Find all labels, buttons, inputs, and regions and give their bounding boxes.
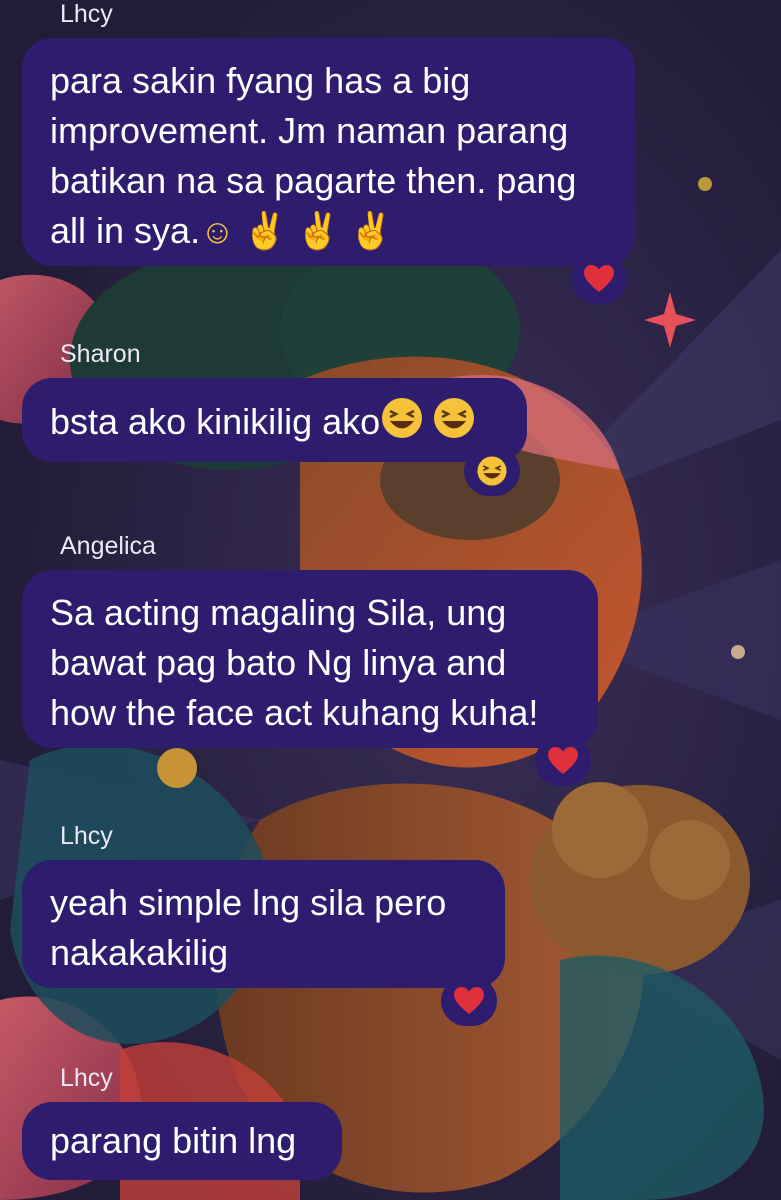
- sender-name: Lhcy: [60, 0, 113, 28]
- message-text: bsta ako kinikilig ako: [50, 401, 381, 442]
- smiling-face-emoji: ☺: [200, 213, 235, 251]
- message-text-line: bawat pag bato Ng linya and: [50, 642, 507, 683]
- reaction-badge[interactable]: [571, 254, 627, 304]
- sender-name: Lhcy: [60, 1064, 113, 1092]
- sender-name: Sharon: [60, 340, 141, 368]
- grinning-squinting-face-icon: [477, 456, 507, 486]
- reaction-badge[interactable]: [535, 736, 591, 786]
- grinning-squinting-face-emoji: [382, 398, 423, 438]
- reaction-badge[interactable]: [464, 446, 520, 496]
- message-text-line: batikan na sa pagarte then. pang: [50, 160, 577, 201]
- message-bubble[interactable]: para sakin fyang has a big improvement. …: [22, 38, 635, 266]
- peace-hand-emoji: ✌: [295, 210, 341, 251]
- message-text-line: Sa acting magaling Sila, ung: [50, 592, 507, 633]
- message-text-line: nakakakilig: [50, 932, 229, 973]
- message-text: parang bitin lng: [50, 1120, 297, 1161]
- message-text: all in sya.: [50, 210, 201, 251]
- peace-hand-emoji: ✌: [242, 210, 288, 251]
- red-heart-icon: [454, 987, 484, 1014]
- message-text-line: how the face act kuhang kuha!: [50, 692, 539, 733]
- message-text-line: improvement. Jm naman parang: [50, 110, 569, 151]
- message-text-line: all in sya.☺ ✌ ✌ ✌: [50, 206, 607, 257]
- sender-name: Angelica: [60, 532, 156, 560]
- red-heart-icon: [584, 265, 614, 292]
- message-bubble[interactable]: bsta ako kinikilig ako: [22, 378, 527, 462]
- red-heart-icon: [548, 747, 578, 774]
- peace-hand-emoji: ✌: [348, 210, 394, 251]
- grinning-squinting-face-emoji: [434, 398, 475, 438]
- message-text-line: yeah simple lng sila pero: [50, 882, 447, 923]
- message-text-line: para sakin fyang has a big: [50, 60, 471, 101]
- reaction-badge[interactable]: [441, 976, 497, 1026]
- message-bubble[interactable]: parang bitin lng: [22, 1102, 342, 1180]
- sender-name: Lhcy: [60, 822, 113, 850]
- message-bubble[interactable]: yeah simple lng sila pero nakakakilig: [22, 860, 505, 988]
- message-bubble[interactable]: Sa acting magaling Sila, ung bawat pag b…: [22, 570, 598, 748]
